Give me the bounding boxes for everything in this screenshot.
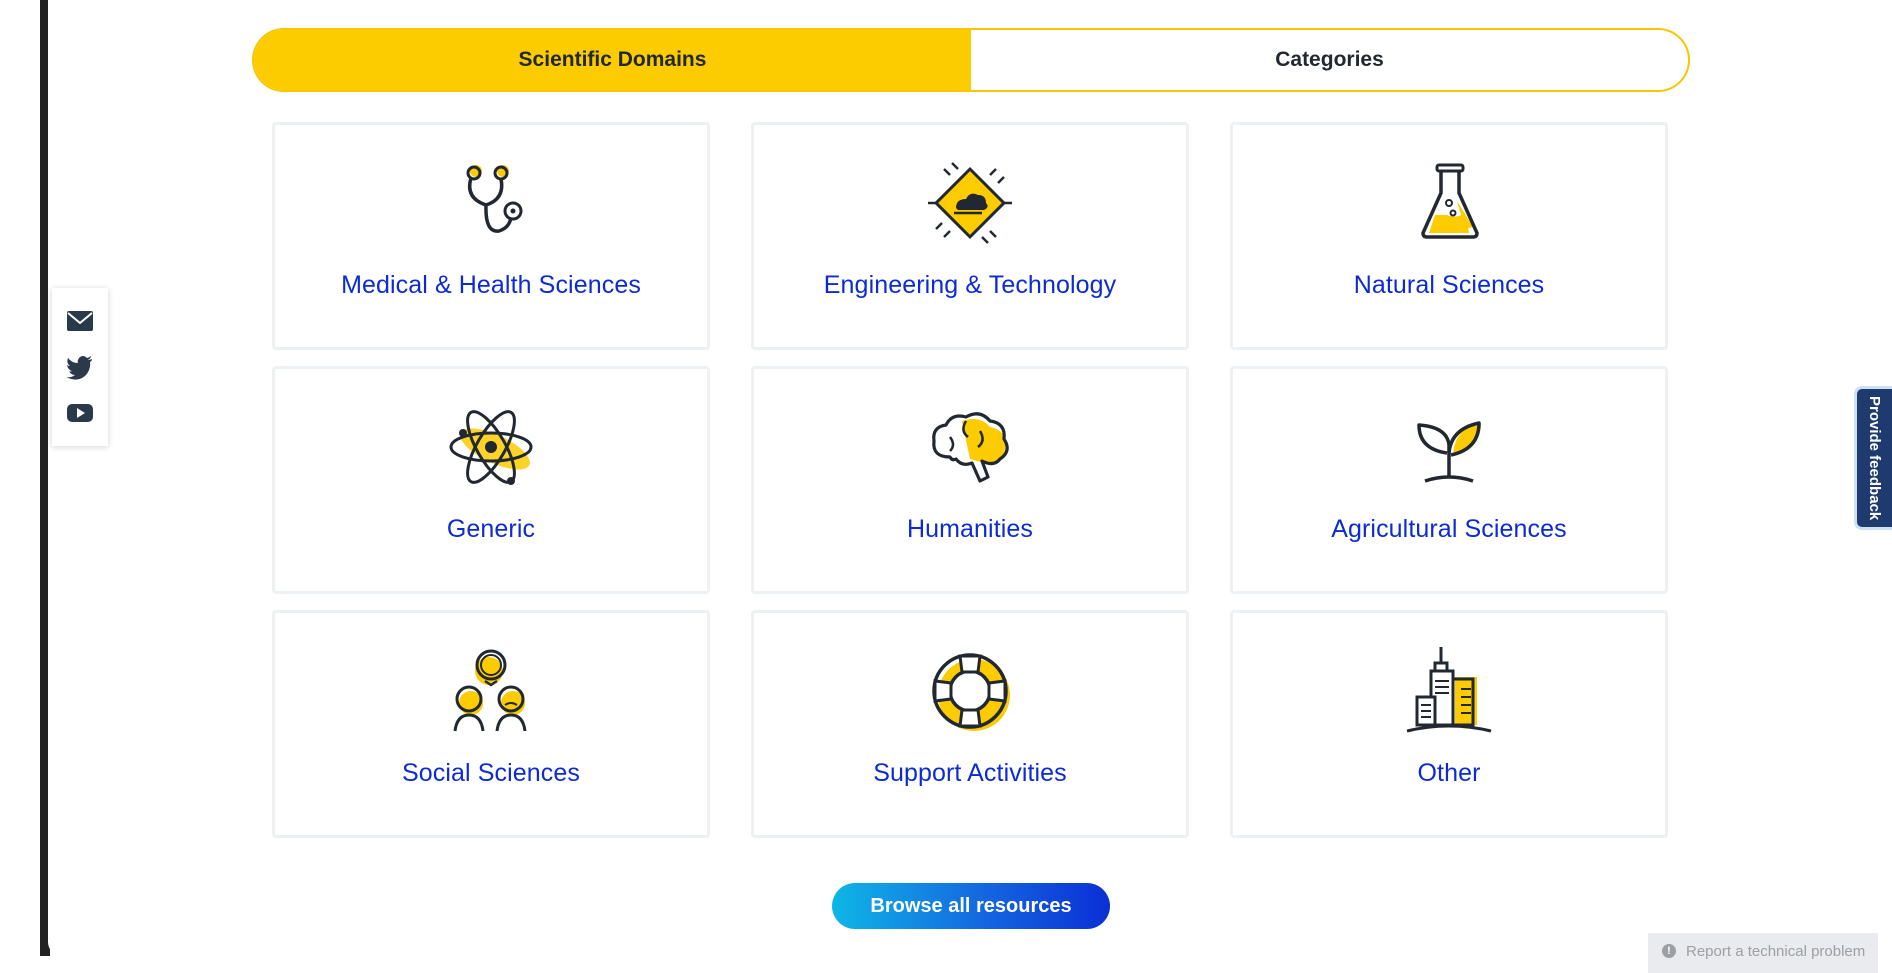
domain-card-natural[interactable]: Natural Sciences xyxy=(1230,122,1668,350)
domain-label: Medical & Health Sciences xyxy=(341,271,641,299)
report-problem-button[interactable]: ! Report a technical problem xyxy=(1648,933,1878,973)
social-links xyxy=(52,288,108,446)
domain-card-other[interactable]: Other xyxy=(1230,610,1668,838)
email-icon[interactable] xyxy=(66,308,94,334)
domain-card-generic[interactable]: Generic xyxy=(272,366,710,594)
domain-label: Engineering & Technology xyxy=(823,271,1117,299)
domain-label: Support Activities xyxy=(873,759,1067,787)
domain-label: Agricultural Sciences xyxy=(1331,515,1567,543)
lifebuoy-icon xyxy=(932,653,1010,731)
brain-icon xyxy=(932,412,1009,483)
domain-grid: Medical & Health Sciences Engineering & … xyxy=(272,122,1668,838)
domain-card-support[interactable]: Support Activities xyxy=(751,610,1189,838)
domain-label: Generic xyxy=(446,515,536,543)
domain-category-toggle: Scientific Domains Categories xyxy=(252,28,1690,92)
tab-categories[interactable]: Categories xyxy=(971,30,1688,90)
domain-label: Other xyxy=(1417,759,1481,787)
youtube-icon[interactable] xyxy=(66,400,94,426)
atom-icon xyxy=(449,410,533,485)
people-icon xyxy=(453,649,527,732)
domain-label: Social Sciences xyxy=(402,759,580,787)
sprout-icon xyxy=(1417,421,1481,483)
domain-label: Humanities xyxy=(906,515,1034,543)
domain-card-medical[interactable]: Medical & Health Sciences xyxy=(272,122,710,350)
tab-scientific-domains[interactable]: Scientific Domains xyxy=(254,30,971,90)
stethoscope-icon xyxy=(466,165,523,233)
report-label: Report a technical problem xyxy=(1686,943,1866,960)
twitter-icon[interactable] xyxy=(66,354,94,380)
browse-all-resources-button[interactable]: Browse all resources xyxy=(832,883,1110,929)
feedback-label: Provide feedback xyxy=(1866,395,1883,521)
domain-card-engineering[interactable]: Engineering & Technology xyxy=(751,122,1189,350)
flask-icon xyxy=(1421,163,1479,239)
chip-icon xyxy=(928,162,1012,244)
domain-card-humanities[interactable]: Humanities xyxy=(751,366,1189,594)
city-icon xyxy=(1406,647,1492,733)
provide-feedback-tab[interactable]: Provide feedback xyxy=(1854,386,1892,530)
domain-label: Natural Sciences xyxy=(1353,271,1545,299)
domain-card-social[interactable]: Social Sciences xyxy=(272,610,710,838)
domain-card-agricultural[interactable]: Agricultural Sciences xyxy=(1230,366,1668,594)
